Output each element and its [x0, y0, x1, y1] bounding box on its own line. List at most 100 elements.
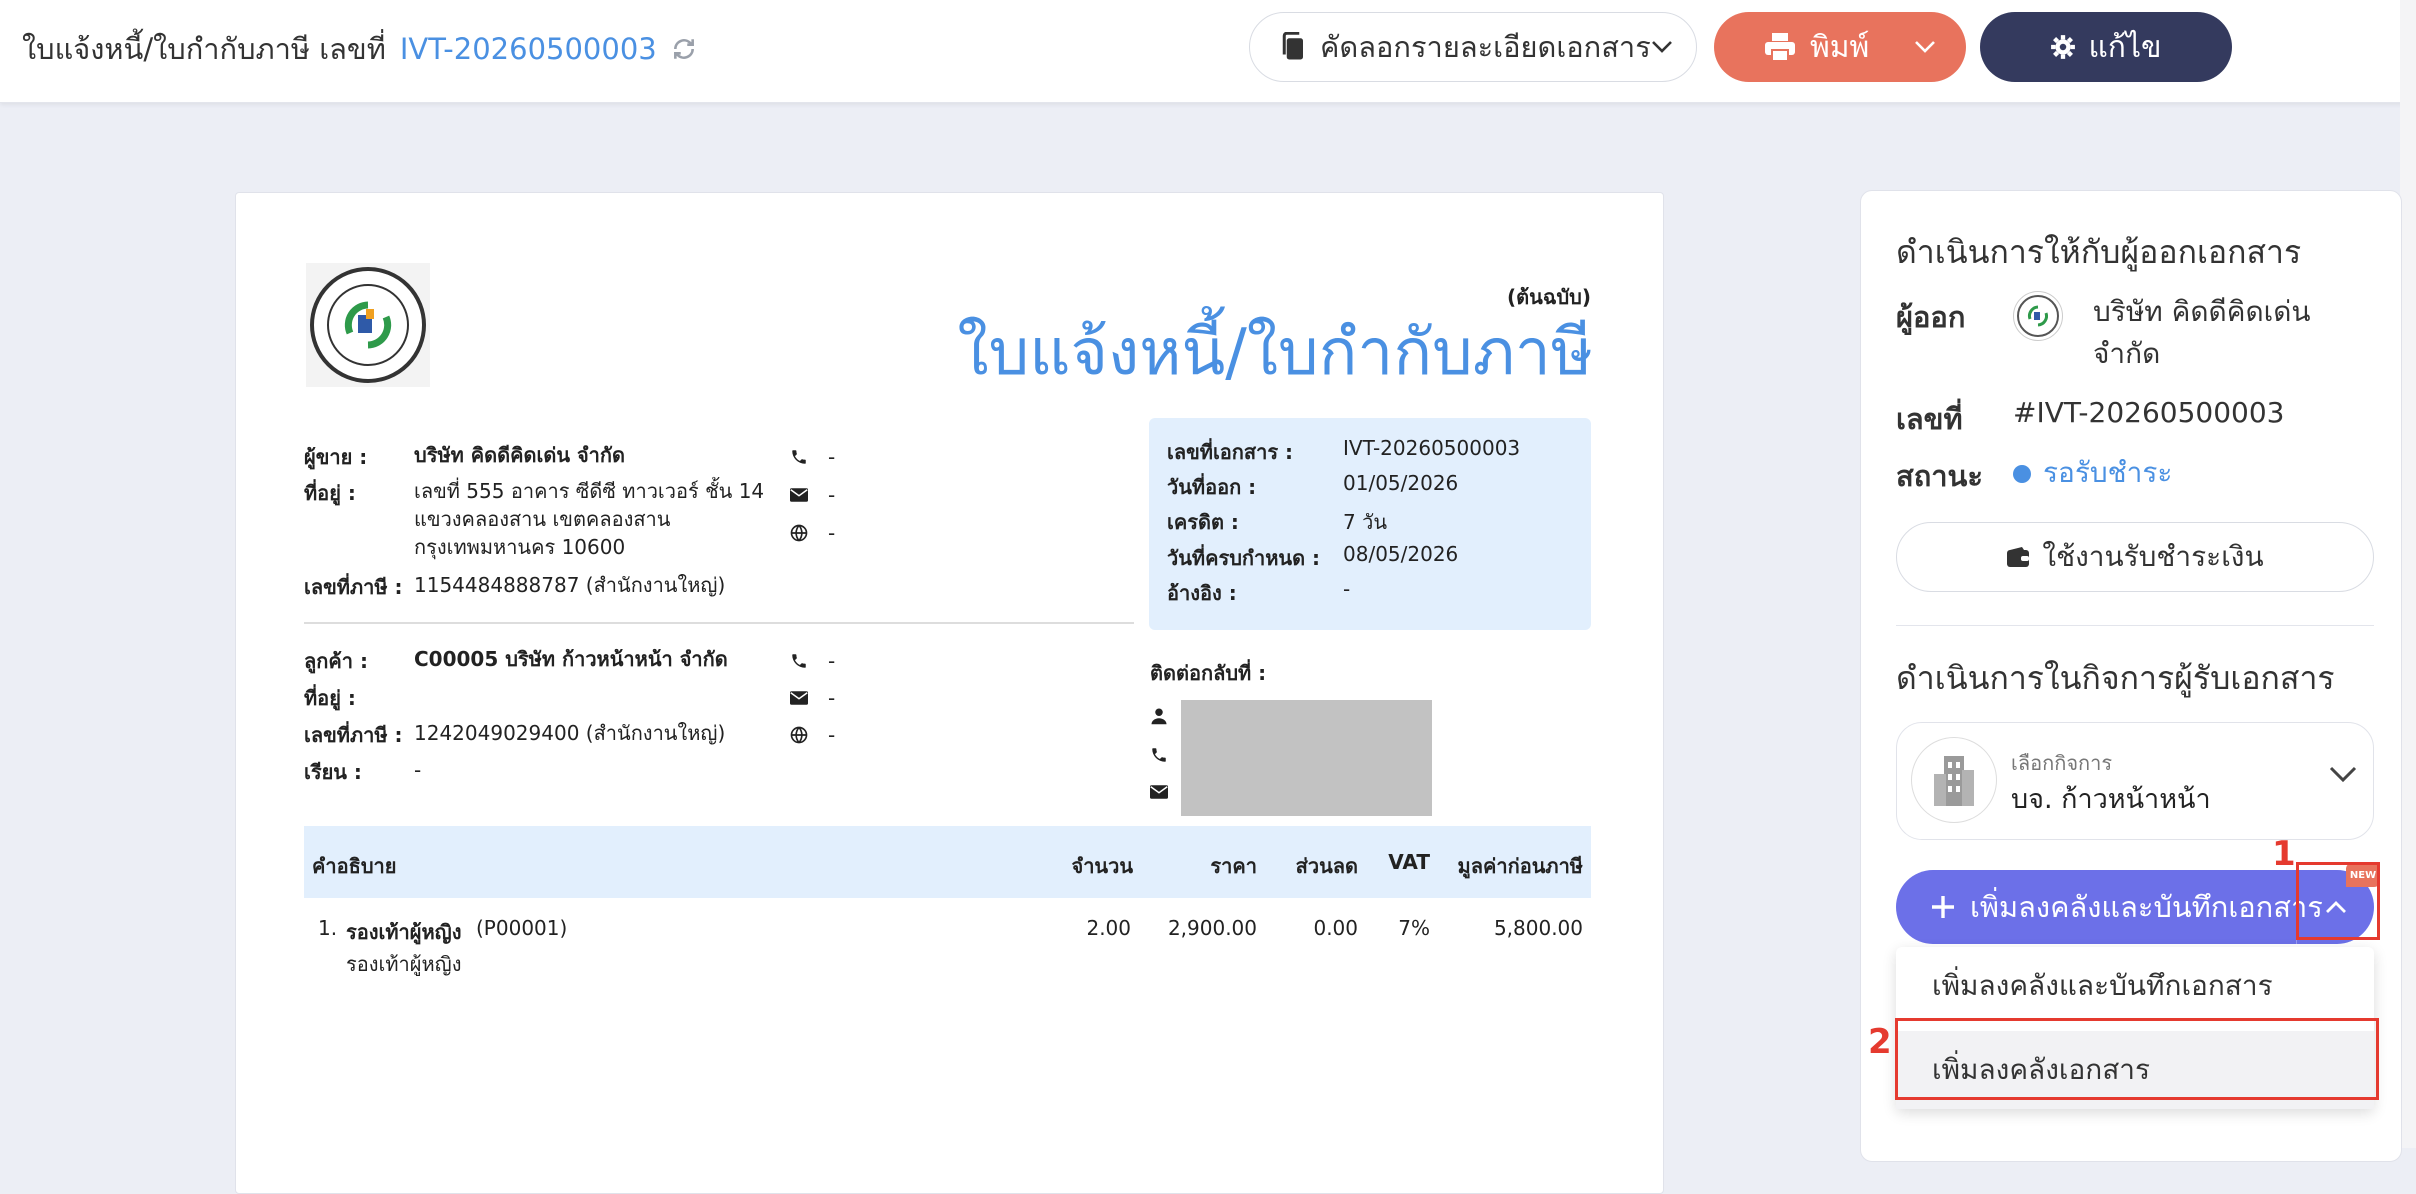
seller-label: ผู้ขาย : [304, 445, 368, 469]
annotation-step-1: 1 [2272, 834, 2296, 874]
globe-icon [788, 524, 810, 542]
seller-address-line: กรุงเทพมหานคร 10600 [414, 535, 626, 559]
customer-attn-row: เรียน : - [304, 756, 421, 788]
scrollbar[interactable] [2400, 0, 2416, 1148]
add-button-label: เพิ่มลงคลังและบันทึกเอกสาร [1970, 890, 2323, 924]
redacted-contact-block [1181, 700, 1432, 816]
building-icon [1911, 737, 1997, 823]
status-label: สถานะ [1896, 459, 1983, 493]
status-badge: รอรับชำระ [2013, 451, 2172, 495]
row-number: 1. [318, 916, 338, 940]
page-title: ใบแจ้งหนี้/ใบกำกับภาษี เลขที่ IVT-202605… [22, 26, 697, 72]
chevron-down-icon[interactable] [1914, 40, 1936, 54]
info-credit-value: 7 วัน [1343, 510, 1387, 534]
customer-website-value: - [828, 723, 836, 747]
customer-email: - [788, 686, 835, 710]
info-ref-value: - [1343, 577, 1351, 601]
info-credit-row: เครดิต : 7 วัน [1167, 506, 1387, 538]
receive-payment-label: ใช้งานรับชำระเงิน [2042, 540, 2264, 573]
doc-number-link[interactable]: IVT-20260500003 [400, 32, 657, 66]
info-issue-label: วันที่ออก : [1167, 475, 1257, 499]
customer-name: C00005 บริษัท ก้าวหน้าหน้า จำกัด [414, 647, 728, 671]
customer-phone-value: - [828, 649, 836, 673]
edit-button-label: แก้ไข [2088, 29, 2162, 65]
envelope-icon [788, 488, 810, 502]
edit-button[interactable]: แก้ไข [1980, 12, 2232, 82]
wallet-icon [2006, 546, 2030, 568]
document-info-box: เลขที่เอกสาร : IVT-20260500003 วันที่ออก… [1149, 418, 1591, 630]
customer-tax-row: เลขที่ภาษี : 1242049029400 (สำนักงานใหญ่… [304, 719, 725, 751]
document-title: ใบแจ้งหนี้/ใบกำกับภาษี [957, 316, 1593, 390]
business-select[interactable]: เลือกกิจการ บจ. ก้าวหน้าหน้า [1896, 722, 2374, 840]
company-logo [306, 263, 430, 387]
issuer-name: บริษัท คิดดีคิดเด่น จำกัด [2093, 291, 2311, 375]
items-table-header: คำอธิบาย จำนวน ราคา ส่วนลด VAT มูลค่าก่อ… [304, 826, 1591, 898]
seller-name: บริษัท คิดดีคิดเด่น จำกัด [414, 443, 625, 467]
phone-icon [788, 652, 810, 670]
copy-document-details-button[interactable]: คัดลอกรายละเอียดเอกสาร [1249, 12, 1697, 82]
info-docno-row: เลขที่เอกสาร : IVT-20260500003 [1167, 436, 1520, 468]
issuer-name-line: บริษัท คิดดีคิดเด่น [2093, 295, 2311, 328]
seller-address-label: ที่อยู่ : [304, 481, 356, 505]
info-docno-value: IVT-20260500003 [1343, 436, 1521, 460]
phone-icon [788, 448, 810, 466]
item-code: (P00001) [476, 916, 568, 940]
item-quantity: 2.00 [1086, 916, 1131, 940]
status-text: รอรับชำระ [2043, 456, 2173, 489]
seller-tax-row: เลขที่ภาษี : 1154484888787 (สำนักงานใหญ่… [304, 571, 725, 603]
seller-phone: - [788, 445, 835, 469]
printer-icon [1764, 32, 1796, 62]
chevron-down-icon [2329, 765, 2357, 783]
info-due-value: 08/05/2026 [1343, 542, 1459, 566]
seller-email-value: - [828, 483, 836, 507]
panel-doc-number: #IVT-20260500003 [2013, 396, 2285, 429]
seller-tax-id: 1154484888787 (สำนักงานใหญ่) [414, 573, 726, 597]
seller-row: ผู้ขาย : บริษัท คิดดีคิดเด่น จำกัด [304, 441, 625, 473]
contact-back-label: ติดต่อกลับที่ : [1150, 661, 1267, 685]
info-issue-row: วันที่ออก : 01/05/2026 [1167, 471, 1458, 503]
print-button-label: พิมพ์ [1810, 29, 1870, 65]
customer-address-label: ที่อยู่ : [304, 686, 356, 710]
info-ref-row: อ้างอิง : - [1167, 577, 1350, 609]
customer-label: ลูกค้า : [304, 649, 368, 673]
menu-item-add-and-save[interactable]: เพิ่มลงคลังและบันทึกเอกสาร [1896, 947, 2374, 1025]
user-icon [1148, 707, 1170, 725]
envelope-icon [788, 691, 810, 705]
divider [1896, 625, 2374, 626]
info-credit-label: เครดิต : [1167, 510, 1239, 534]
customer-row: ลูกค้า : C00005 บริษัท ก้าวหน้าหน้า จำกั… [304, 645, 728, 677]
seller-address-line: แขวงคลองสาน เขตคลองสาน [414, 507, 671, 531]
item-name: รองเท้าผู้หญิง [346, 920, 462, 944]
customer-phone: - [788, 649, 835, 673]
customer-attn-value: - [414, 758, 422, 782]
annotation-box-step-2 [1895, 1018, 2379, 1100]
annotation-box-step-1 [2296, 862, 2380, 940]
refresh-icon[interactable] [671, 36, 697, 62]
seller-email: - [788, 483, 835, 507]
seller-address-line: เลขที่ 555 อาคาร ซีดีซี ทาวเวอร์ ชั้น 14 [414, 479, 765, 503]
annotation-step-2: 2 [1868, 1022, 1892, 1062]
col-amount-before-tax: มูลค่าก่อนภาษี [1457, 854, 1583, 878]
phone-icon [1148, 746, 1170, 764]
col-discount: ส่วนลด [1295, 854, 1358, 878]
envelope-icon [1148, 785, 1170, 799]
receiver-actions-heading: ดำเนินการในกิจการผู้รับเอกสาร [1896, 659, 2335, 697]
col-description: คำอธิบาย [312, 854, 397, 878]
seller-address-row: ที่อยู่ : เลขที่ 555 อาคาร ซีดีซี ทาวเวอ… [304, 477, 764, 561]
col-vat: VAT [1388, 850, 1430, 874]
issuer-label: ผู้ออก [1896, 300, 1966, 334]
copy-button-label: คัดลอกรายละเอียดเอกสาร [1320, 30, 1651, 64]
chevron-down-icon [1651, 40, 1673, 54]
business-select-value: บจ. ก้าวหน้าหน้า [2011, 784, 2211, 815]
print-button[interactable]: พิมพ์ [1714, 12, 1966, 82]
status-dot-icon [2013, 465, 2031, 483]
item-discount: 0.00 [1313, 916, 1358, 940]
item-vat: 7% [1398, 916, 1430, 940]
action-panel: ดำเนินการให้กับผู้ออกเอกสาร ผู้ออก บริษั… [1860, 190, 2402, 1162]
page-title-text: ใบแจ้งหนี้/ใบกำกับภาษี เลขที่ [22, 32, 386, 66]
customer-tax-label: เลขที่ภาษี : [304, 723, 403, 747]
invoice-document: (ต้นฉบับ) ใบแจ้งหนี้/ใบกำกับภาษี ผู้ขาย … [235, 192, 1664, 1194]
customer-address-row: ที่อยู่ : [304, 682, 414, 714]
customer-website: - [788, 723, 835, 747]
receive-payment-button[interactable]: ใช้งานรับชำระเงิน [1896, 522, 2374, 592]
